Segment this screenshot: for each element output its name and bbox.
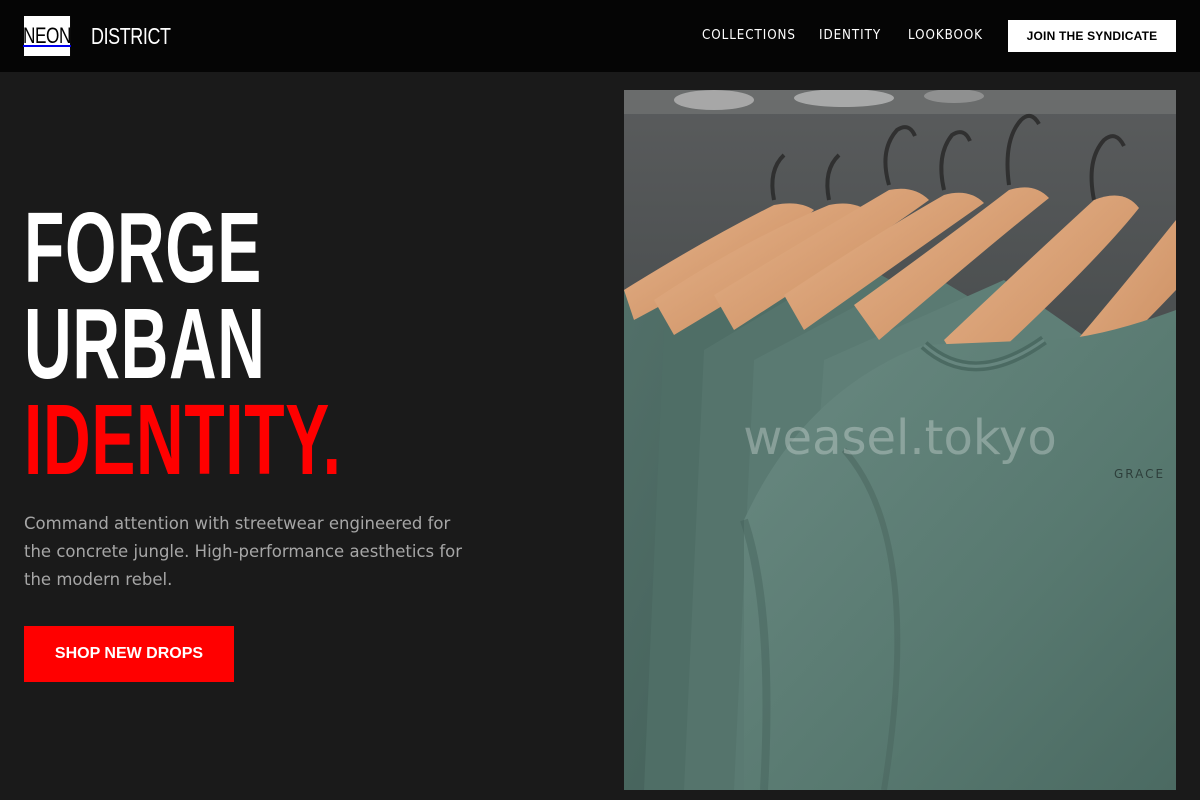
nav-link-collections[interactable]: COLLECTIONS	[702, 26, 796, 46]
nav-link-lookbook[interactable]: LOOKBOOK	[908, 26, 983, 46]
hero-description: Command attention with streetwear engine…	[24, 514, 463, 589]
logo-text: DISTRICT	[91, 23, 171, 49]
headline-line-identity: IDENTITY.	[24, 384, 342, 496]
headline-line-forge: FORGE	[24, 192, 262, 304]
hero-image: GRACE weasel.tokyo	[624, 90, 1176, 790]
shirt-label-text: GRACE	[1114, 467, 1165, 481]
shop-new-drops-button[interactable]: SHOP NEW DROPS	[24, 626, 234, 682]
join-syndicate-button[interactable]: JOIN THE SYNDICATE	[1008, 20, 1176, 52]
brand-logo[interactable]: NEON DISTRICT	[23, 16, 171, 56]
tshirts-on-hangers-illustration: GRACE	[624, 90, 1176, 790]
logo-box: NEON	[23, 16, 72, 56]
headline-line-urban: URBAN	[24, 288, 266, 400]
logo-box-text: NEON	[23, 23, 72, 48]
hero-headline: FORGE URBAN IDENTITY.	[24, 192, 584, 496]
nav-link-identity[interactable]: IDENTITY	[819, 26, 881, 46]
site-header: NEON DISTRICT COLLECTIONS IDENTITY LOOKB…	[0, 0, 1200, 72]
